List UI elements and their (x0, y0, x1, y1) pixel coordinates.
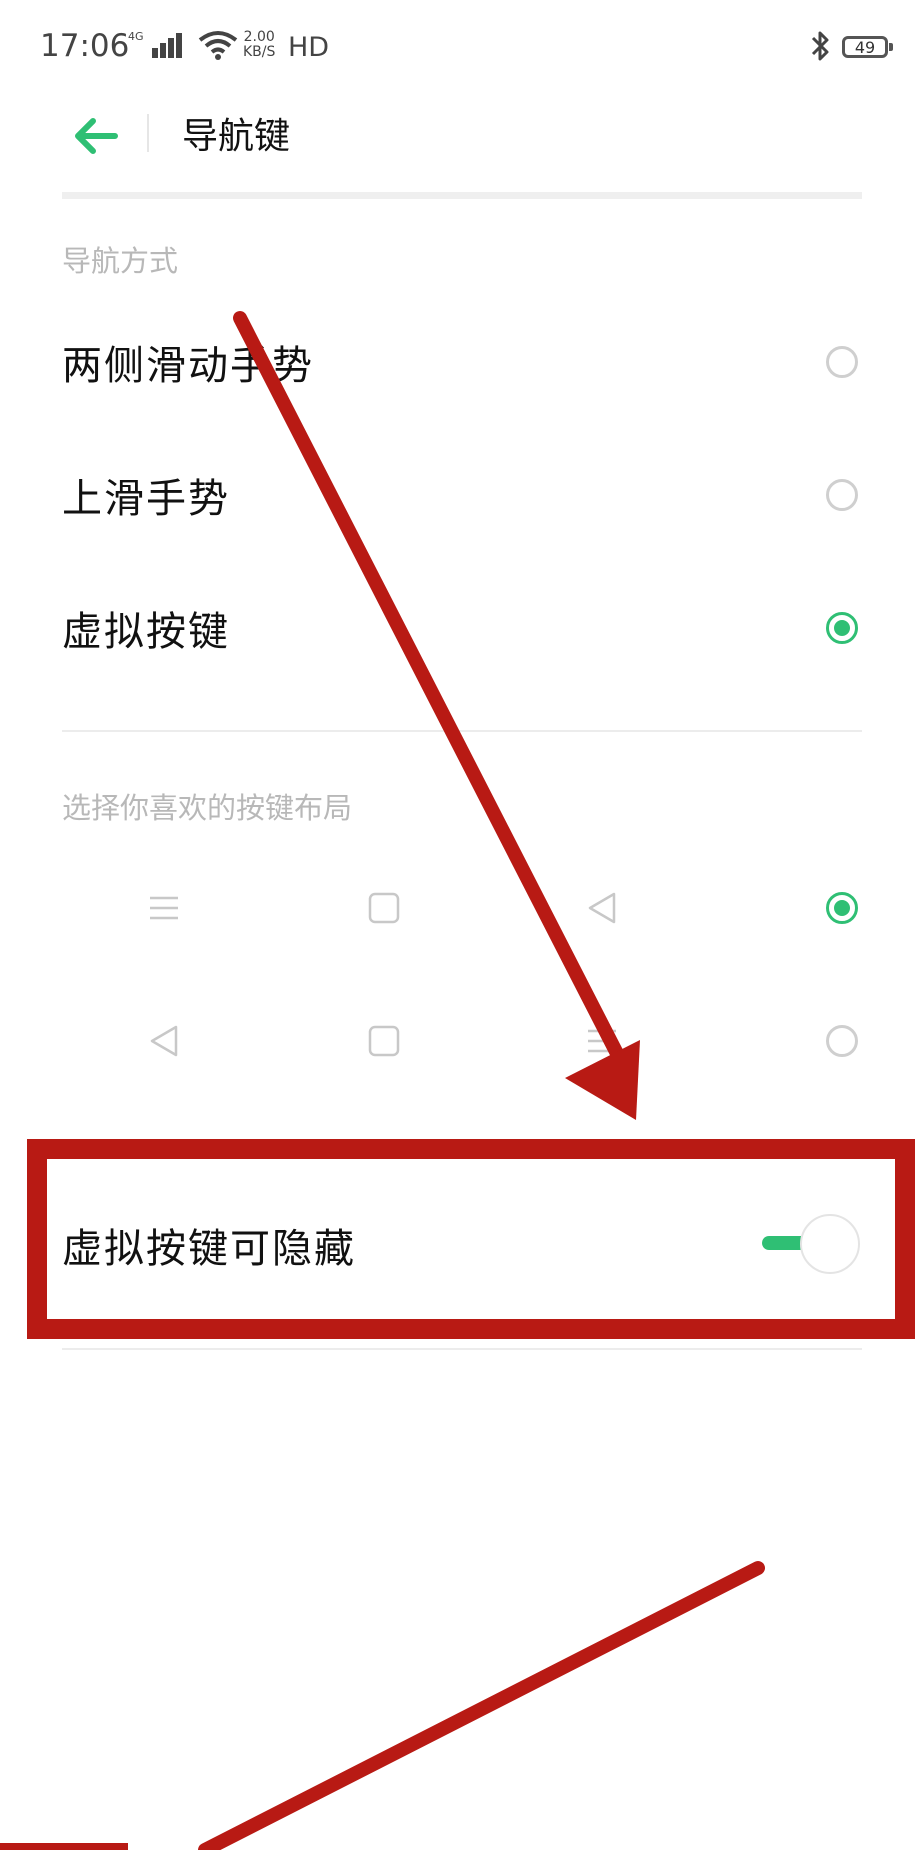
radio-button[interactable] (826, 479, 858, 511)
section-divider (62, 730, 862, 732)
bluetooth-icon (811, 31, 829, 61)
speed-unit: KB/S (243, 44, 276, 60)
radio-button-selected[interactable] (826, 612, 858, 644)
page-title: 导航键 (182, 116, 291, 157)
option-label: 上滑手势 (62, 476, 230, 522)
menu-icon (150, 896, 178, 920)
option-side-swipe-gesture[interactable]: 两侧滑动手势 (62, 302, 862, 422)
menu-icon (588, 1029, 616, 1053)
option-swipe-up-gesture[interactable]: 上滑手势 (62, 435, 862, 555)
back-arrow-icon (75, 118, 118, 154)
section-label-navigation-mode: 导航方式 (62, 244, 179, 278)
square-icon (368, 892, 400, 924)
back-button[interactable] (60, 108, 130, 164)
annotation-stroke-bottom (198, 1561, 765, 1850)
status-time: 17:06 (40, 28, 130, 64)
hideable-keys-toggle[interactable] (762, 1214, 860, 1276)
radio-button[interactable] (826, 346, 858, 378)
wifi-icon (198, 31, 238, 60)
toggle-knob (800, 1214, 860, 1274)
hideable-keys-row[interactable]: 虚拟按键可隐藏 (62, 1185, 862, 1305)
header-divider (147, 114, 149, 152)
back-triangle-icon (588, 892, 616, 924)
option-label: 两侧滑动手势 (62, 343, 314, 389)
hideable-keys-label: 虚拟按键可隐藏 (62, 1226, 356, 1272)
square-icon (368, 1025, 400, 1057)
annotation-corner-mark (0, 1843, 128, 1850)
status-bar: 17:06 4G 2.00 KB/S HD 49 (0, 0, 923, 92)
battery-level: 49 (854, 37, 876, 57)
bottom-divider (62, 1348, 862, 1350)
layout-option-1[interactable] (62, 853, 862, 963)
battery-icon: 49 (842, 36, 888, 58)
section-label-key-layout: 选择你喜欢的按键布局 (62, 791, 353, 825)
hd-indicator: HD (288, 32, 330, 63)
option-label: 虚拟按键 (62, 609, 230, 655)
radio-button[interactable] (826, 1025, 858, 1057)
option-virtual-keys[interactable]: 虚拟按键 (62, 568, 862, 688)
header-separator (62, 192, 862, 199)
back-triangle-icon (150, 1025, 178, 1057)
layout-option-2[interactable] (62, 986, 862, 1096)
signal-icon (152, 33, 182, 58)
battery-tip (889, 43, 893, 51)
radio-button-selected[interactable] (826, 892, 858, 924)
speed-value: 2.00 (243, 29, 275, 45)
network-type: 4G (128, 30, 144, 43)
network-speed: 2.00 KB/S (243, 30, 275, 60)
